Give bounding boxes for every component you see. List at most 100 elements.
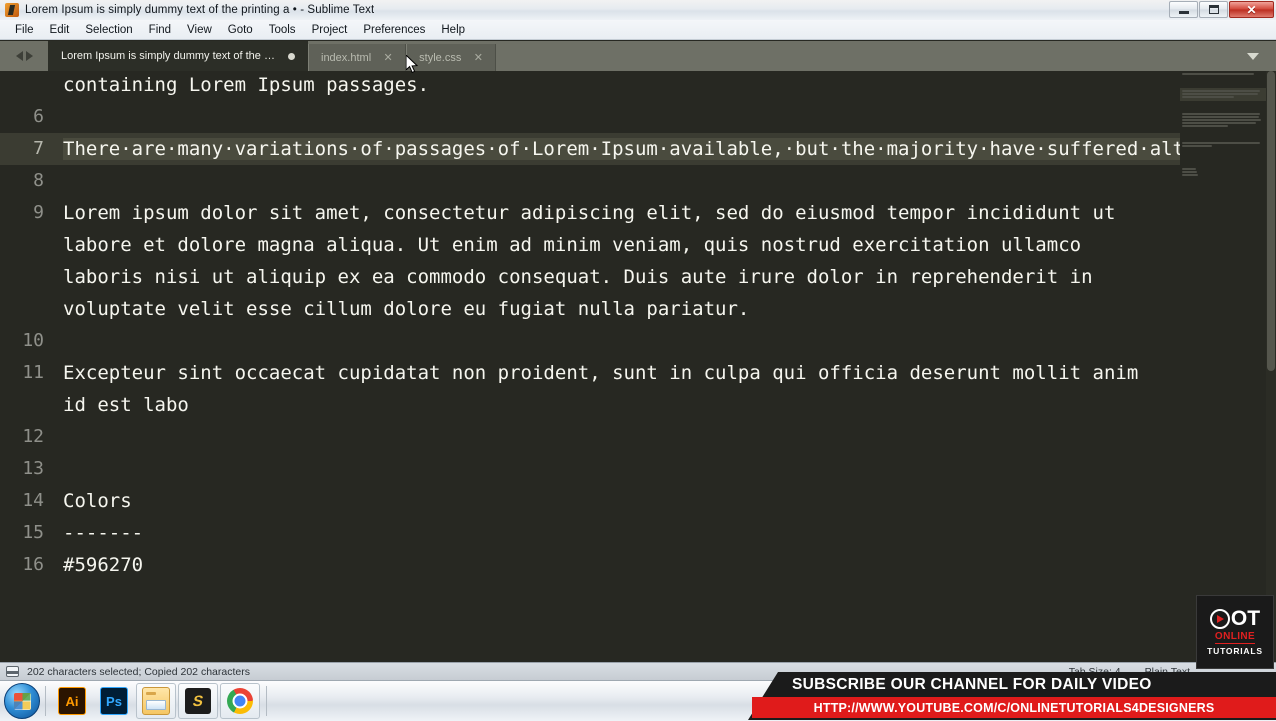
line-number: 7 [33, 138, 44, 159]
minimap-block [1180, 78, 1266, 88]
logo-online-text: ONLINE [1214, 630, 1256, 644]
line-number: 10 [22, 330, 44, 351]
tab-label: style.css [419, 51, 462, 64]
code-line[interactable]: 16 #596270 [0, 549, 1180, 581]
line-number: 8 [33, 170, 44, 191]
close-icon: ✕ [1246, 2, 1257, 17]
line-text: Excepteur sint occaecat cupidatat non pr… [63, 362, 1150, 416]
code-line-selected[interactable]: 7 There·are·many·variations·of·passages·… [0, 133, 1276, 165]
window-title-bar: Lorem Ipsum is simply dummy text of the … [0, 0, 1276, 21]
code-line[interactable]: containing Lorem Ipsum passages. [0, 71, 1180, 101]
tab-label: Lorem Ipsum is simply dummy text of the … [61, 50, 276, 62]
sublime-text-window: Lorem Ipsum is simply dummy text of the … [0, 0, 1276, 721]
selected-text: There·are·many·variations·of·passages·of… [63, 138, 1276, 160]
line-number: 9 [33, 202, 44, 223]
tab-overflow-menu-button[interactable] [1230, 41, 1276, 71]
close-icon[interactable]: ✕ [473, 51, 483, 64]
line-number: 6 [33, 106, 44, 127]
menu-item-project[interactable]: Project [304, 22, 356, 38]
menu-item-find[interactable]: Find [141, 22, 179, 38]
minimap-block [1180, 140, 1266, 150]
banner-url[interactable]: HTTP://WWW.YOUTUBE.COM/C/ONLINETUTORIALS… [752, 697, 1276, 718]
subscribe-banner: SUBSCRIBE OUR CHANNEL FOR DAILY VIDEO HT… [748, 672, 1276, 720]
tab-bar: Lorem Ipsum is simply dummy text of the … [0, 41, 1276, 71]
menu-item-goto[interactable]: Goto [220, 22, 261, 38]
line-text: There·are·many·variations·of·passages·of… [63, 133, 1276, 165]
minimap-block [1180, 130, 1266, 140]
folder-icon [142, 687, 170, 715]
logo-top: OT [1209, 606, 1261, 630]
taskbar-item-photoshop[interactable]: Ps [94, 683, 134, 719]
line-number: 16 [22, 554, 44, 575]
menu-item-help[interactable]: Help [433, 22, 473, 38]
tab-index-html[interactable]: index.html ✕ [308, 44, 407, 71]
vertical-scrollbar[interactable] [1266, 71, 1276, 662]
start-button[interactable] [4, 683, 40, 719]
minimize-icon [1178, 11, 1189, 14]
window-controls: ✕ [1168, 1, 1274, 18]
menu-item-selection[interactable]: Selection [77, 22, 140, 38]
restore-icon [1208, 5, 1219, 14]
menu-item-file[interactable]: File [7, 22, 42, 38]
chevron-down-icon [1247, 52, 1259, 60]
minimap-block [1180, 101, 1266, 111]
taskbar-divider [45, 686, 46, 716]
channel-watermark: OT ONLINE TUTORIALS [1196, 595, 1274, 669]
line-number: 14 [22, 490, 44, 511]
taskbar-item-sublime-text[interactable]: S [178, 683, 218, 719]
line-text: #596270 [63, 554, 144, 576]
play-icon [1209, 608, 1230, 629]
tab-style-css[interactable]: style.css ✕ [406, 44, 497, 71]
arrow-right-icon[interactable] [25, 51, 33, 61]
code-line[interactable]: 14 Colors [0, 485, 1180, 517]
minimap[interactable] [1180, 71, 1266, 662]
code-line[interactable]: 10 [0, 325, 1180, 357]
menu-item-preferences[interactable]: Preferences [355, 22, 433, 38]
taskbar-item-chrome[interactable] [220, 683, 260, 719]
restore-button[interactable] [1199, 1, 1228, 18]
taskbar-item-file-explorer[interactable] [136, 683, 176, 719]
line-number: 11 [22, 362, 44, 383]
code-line[interactable]: 12 [0, 421, 1180, 453]
menu-item-view[interactable]: View [179, 22, 220, 38]
banner-headline: SUBSCRIBE OUR CHANNEL FOR DAILY VIDEO [792, 676, 1152, 693]
minimap-block [1180, 111, 1266, 130]
status-message: 202 characters selected; Copied 202 char… [27, 665, 250, 678]
close-button[interactable]: ✕ [1229, 1, 1274, 18]
minimap-selection [1180, 88, 1266, 101]
photoshop-icon: Ps [100, 687, 128, 715]
code-line[interactable]: 9 Lorem ipsum dolor sit amet, consectetu… [0, 197, 1180, 325]
tab-nav-arrows[interactable] [0, 41, 48, 71]
sublime-text-icon: S [185, 688, 211, 714]
code-content[interactable]: containing Lorem Ipsum passages. 6 7 The… [0, 71, 1276, 581]
windows-logo-icon [13, 692, 31, 710]
line-text: Colors [63, 490, 132, 512]
menu-item-edit[interactable]: Edit [42, 22, 78, 38]
tab-strip: Lorem Ipsum is simply dummy text of the … [48, 41, 1230, 71]
tab-label: index.html [321, 51, 372, 64]
menu-item-tools[interactable]: Tools [261, 22, 304, 38]
line-text: Lorem ipsum dolor sit amet, consectetur … [63, 202, 1127, 320]
editor-area[interactable]: containing Lorem Ipsum passages. 6 7 The… [0, 71, 1276, 662]
scrollbar-thumb[interactable] [1267, 71, 1275, 371]
code-line[interactable]: 6 [0, 101, 1180, 133]
side-panel-icon[interactable] [6, 666, 19, 677]
minimize-button[interactable] [1169, 1, 1198, 18]
code-line[interactable]: 8 [0, 165, 1180, 197]
menu-bar: File Edit Selection Find View Goto Tools… [0, 20, 1276, 40]
arrow-left-icon[interactable] [15, 51, 23, 61]
code-line[interactable]: 15 ------- [0, 517, 1180, 549]
minimap-block [1180, 166, 1266, 179]
logo-letter-t: OT [1230, 606, 1261, 630]
tab-lorem-ipsum[interactable]: Lorem Ipsum is simply dummy text of the … [48, 41, 308, 71]
logo-tutorials-text: TUTORIALS [1207, 645, 1263, 656]
taskbar-item-illustrator[interactable]: Ai [52, 683, 92, 719]
code-line[interactable]: 11 Excepteur sint occaecat cupidatat non… [0, 357, 1180, 421]
sublime-glyph: S [191, 692, 205, 710]
unsaved-dot-icon[interactable] [288, 52, 295, 60]
window-title: Lorem Ipsum is simply dummy text of the … [25, 4, 375, 16]
chrome-icon [227, 688, 253, 714]
code-line[interactable]: 13 [0, 453, 1180, 485]
line-text: ------- [63, 522, 144, 544]
close-icon[interactable]: ✕ [383, 51, 393, 64]
